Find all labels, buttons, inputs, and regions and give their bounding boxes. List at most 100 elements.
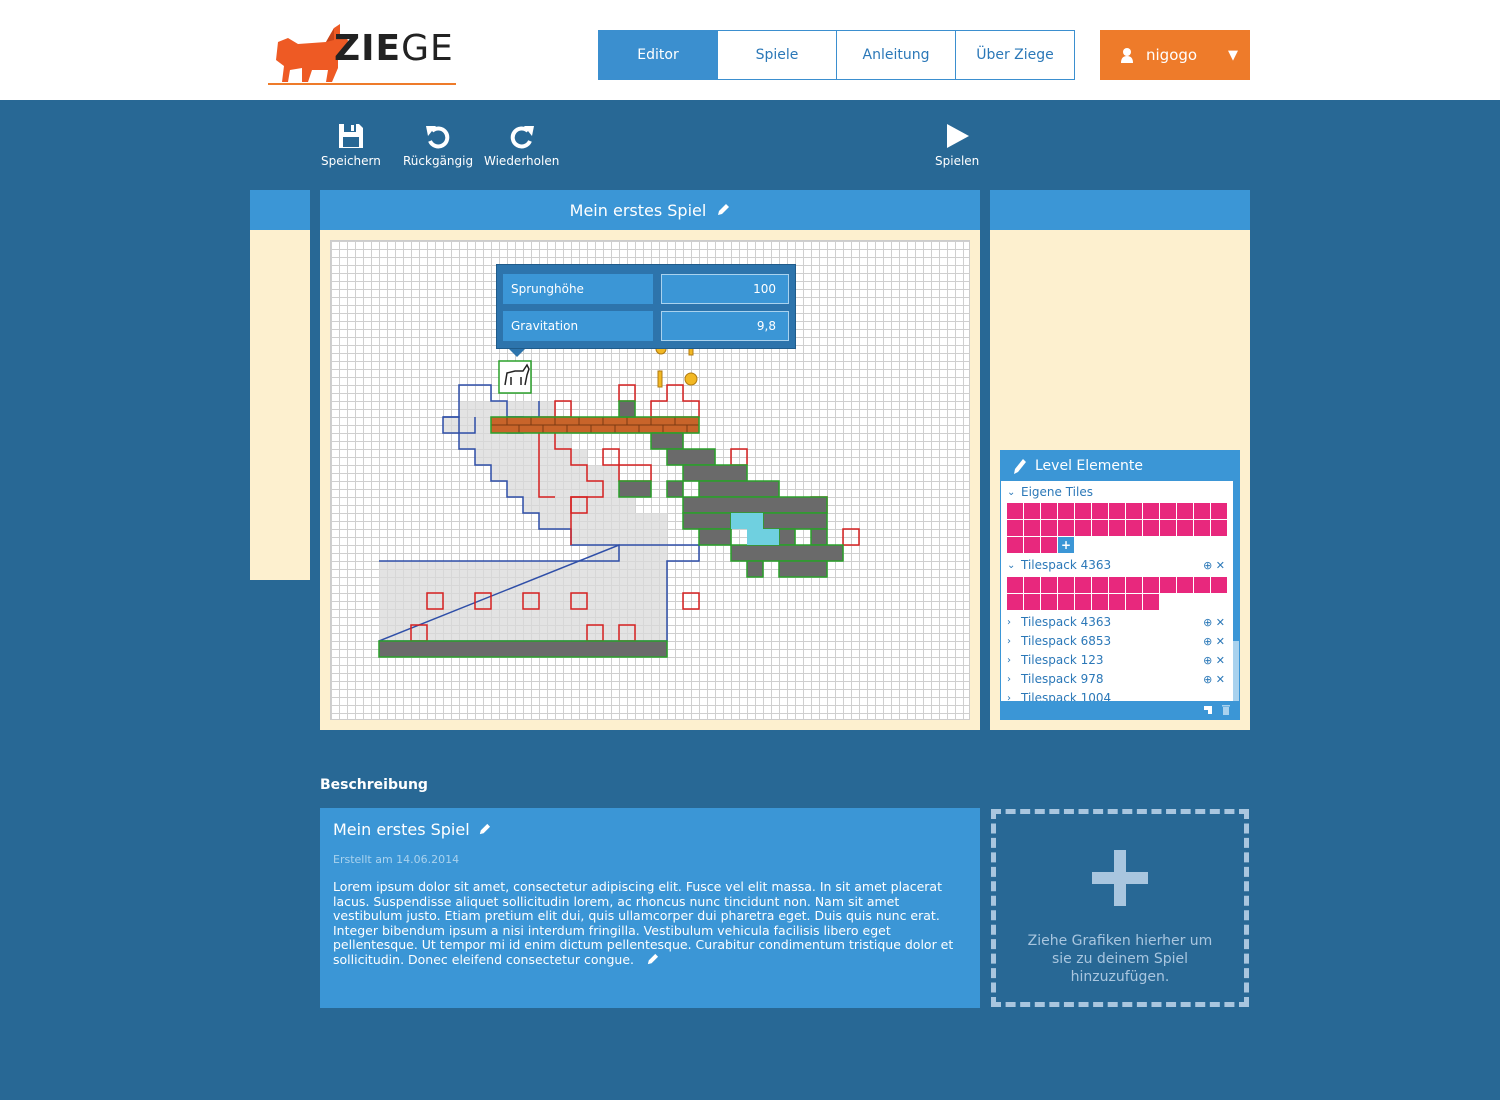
tile[interactable] [1194,520,1210,536]
save-button[interactable]: Speichern [321,122,381,168]
tile[interactable] [1092,503,1108,519]
tile[interactable] [1058,594,1074,610]
eigene-tiles-grid: + [1007,503,1227,553]
group-tilespack-4363-open[interactable]: ⌄ Tilespack 4363 [1007,558,1111,572]
add-tile-icon[interactable]: + [1058,537,1074,553]
tile[interactable] [1075,503,1091,519]
save-label: Speichern [321,154,381,168]
tile[interactable] [1024,520,1040,536]
tile[interactable] [1007,594,1023,610]
play-icon [947,124,970,148]
tile[interactable] [1194,503,1210,519]
zoom-icon[interactable]: ⊕ [1203,616,1212,629]
tile[interactable] [1143,520,1159,536]
tile[interactable] [1143,594,1159,610]
tile[interactable] [1058,577,1074,593]
tile[interactable] [1041,503,1057,519]
tilespack-4363-grid [1007,577,1227,610]
nav-ueber-ziege[interactable]: Über Ziege [955,30,1075,80]
save-icon [338,124,363,148]
tile[interactable] [1024,503,1040,519]
tile[interactable] [1160,520,1176,536]
drop-zone-text: Ziehe Grafiken hierher um sie zu deinem … [1027,933,1213,985]
tile[interactable] [1007,503,1023,519]
tile[interactable] [1007,520,1023,536]
zoom-icon[interactable]: ⊕ [1203,635,1212,648]
pencil-icon[interactable] [716,203,730,217]
tile[interactable] [1109,520,1125,536]
pencil-icon[interactable] [478,823,491,836]
nav-spiele[interactable]: Spiele [717,30,837,80]
tile[interactable] [1109,594,1125,610]
zoom-icon[interactable]: ⊕ [1203,673,1212,686]
user-menu-button[interactable]: nigogo ▼ [1100,30,1250,80]
tile[interactable] [1007,537,1023,553]
tile[interactable] [1126,594,1142,610]
level-elements-header: Level Elemente [1001,451,1239,481]
close-icon[interactable]: ✕ [1216,635,1225,648]
nav-editor[interactable]: Editor [598,30,718,80]
zoom-icon[interactable]: ⊕ [1203,654,1212,667]
sprunghoehe-input[interactable]: 100 [661,274,789,304]
tile[interactable] [1194,577,1210,593]
logo-underline [268,83,456,85]
tile[interactable] [1143,577,1159,593]
tile[interactable] [1075,594,1091,610]
tile[interactable] [1075,520,1091,536]
tile[interactable] [1041,537,1057,553]
tile[interactable] [1126,520,1142,536]
tile[interactable] [1109,503,1125,519]
tile[interactable] [1177,520,1193,536]
gravitation-input[interactable]: 9,8 [661,311,789,341]
property-row-sprunghoehe: Sprunghöhe 100 [503,274,789,304]
close-icon[interactable]: ✕ [1216,559,1225,572]
play-button[interactable]: Spielen [935,122,979,168]
tile[interactable] [1160,503,1176,519]
tile[interactable] [1126,503,1142,519]
undo-button[interactable]: Rückgängig [403,122,473,168]
pencil-icon[interactable] [646,953,659,966]
tile[interactable] [1177,577,1193,593]
tile[interactable] [1041,594,1057,610]
new-tile-icon[interactable] [1203,705,1213,715]
image-drop-zone[interactable]: Ziehe Grafiken hierher um sie zu deinem … [991,809,1249,1007]
scrollbar-thumb[interactable] [1233,641,1239,703]
tile[interactable] [1092,520,1108,536]
trash-icon[interactable] [1221,704,1231,715]
tile[interactable] [1211,503,1227,519]
close-icon[interactable]: ✕ [1216,673,1225,686]
tile[interactable] [1075,577,1091,593]
tile[interactable] [1109,577,1125,593]
redo-button[interactable]: Wiederholen [484,122,559,168]
tile[interactable] [1058,503,1074,519]
tile[interactable] [1024,577,1040,593]
tile[interactable] [1007,577,1023,593]
close-icon[interactable]: ✕ [1216,654,1225,667]
group-actions: ⊕ ✕ [1203,673,1225,686]
group-tilespack-978[interactable]: › Tilespack 978 [1007,672,1104,686]
tile[interactable] [1041,577,1057,593]
zoom-icon[interactable]: ⊕ [1203,559,1212,572]
group-tilespack-123[interactable]: › Tilespack 123 [1007,653,1104,667]
description-game-name: Mein erstes Spiel [333,820,967,839]
tile[interactable] [1024,537,1040,553]
group-eigene-tiles[interactable]: ⌄ Eigene Tiles [1007,485,1093,499]
tile[interactable] [1177,503,1193,519]
close-icon[interactable]: ✕ [1216,616,1225,629]
tile[interactable] [1211,520,1227,536]
tile[interactable] [1092,594,1108,610]
created-date: Erstellt am 14.06.2014 [333,853,460,866]
tile[interactable] [1041,520,1057,536]
tile[interactable] [1143,503,1159,519]
chevron-right-icon: › [1007,635,1011,647]
tile[interactable] [1160,577,1176,593]
tile[interactable] [1211,577,1227,593]
group-tilespack-6853[interactable]: › Tilespack 6853 [1007,634,1111,648]
tile[interactable] [1092,577,1108,593]
tile[interactable] [1126,577,1142,593]
group-tilespack-4363[interactable]: › Tilespack 4363 [1007,615,1111,629]
pencil-icon [1014,459,1026,474]
tile[interactable] [1058,520,1074,536]
nav-anleitung[interactable]: Anleitung [836,30,956,80]
tile[interactable] [1024,594,1040,610]
